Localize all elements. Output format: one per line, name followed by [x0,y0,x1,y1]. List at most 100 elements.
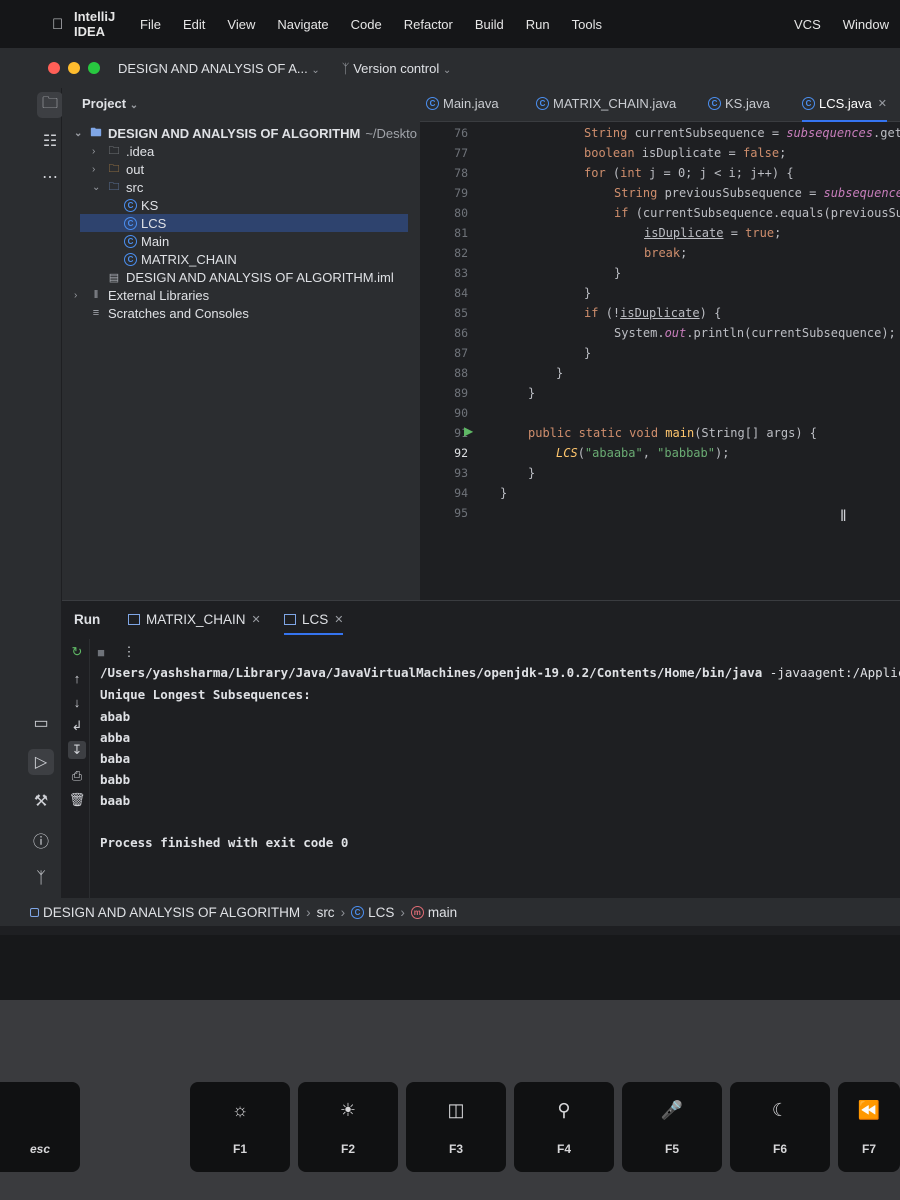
close-window-button[interactable] [48,62,60,74]
tree-item-src[interactable]: ⌄ 🗀 src [92,178,143,196]
code-line[interactable]: System.out.println(currentSubsequence); [614,326,896,340]
menu-file[interactable]: File [129,17,172,32]
line-number: 85 [454,306,468,320]
excluded-folder-icon: 🗀 [108,162,120,175]
code-line[interactable]: String previousSubsequence = subsequence [614,186,900,200]
menu-build[interactable]: Build [464,17,515,32]
maximize-window-button[interactable] [88,62,100,74]
menu-window[interactable]: Window [832,17,900,32]
tree-item-scratches[interactable]: ≡ Scratches and Consoles [88,304,249,322]
soft-wrap-icon[interactable]: ↲ [68,717,86,735]
key-f3[interactable]: ◫ F3 [406,1082,506,1172]
trash-icon[interactable]: 🗑 [68,791,86,809]
scroll-to-end-icon[interactable]: ↧ [68,741,86,759]
tree-item-matrix-chain[interactable]: C MATRIX_CHAIN [124,250,237,268]
project-panel-header[interactable]: Project ⌄ [82,96,138,111]
tree-item-idea[interactable]: › 🗀 .idea [92,142,154,160]
tree-item-out[interactable]: › 🗀 out [92,160,144,178]
close-tab-icon[interactable]: ✕ [878,97,887,110]
close-tab-icon[interactable]: ✕ [252,613,261,626]
chevron-down-icon: ⌄ [129,100,139,111]
scroll-up-icon[interactable]: ↑ [68,669,86,687]
code-line[interactable]: } [584,346,591,360]
menu-code[interactable]: Code [340,17,393,32]
close-tab-icon[interactable]: ✕ [334,613,343,626]
tree-root-path: ~/Deskto [365,125,417,141]
rerun-icon[interactable]: ↻ [68,643,86,661]
code-line[interactable]: } [614,266,621,280]
code-line[interactable]: } [528,466,535,480]
tree-item-lcs[interactable]: C LCS [80,214,408,232]
run-gutter-icon[interactable]: ▶ [464,424,473,438]
console-line: abab [100,709,131,724]
menu-refactor[interactable]: Refactor [393,17,464,32]
code-line[interactable]: LCS("abaaba", "babbab"); [556,446,729,460]
project-tool-icon[interactable]: 🗀 [37,92,63,118]
breadcrumb-project[interactable]: DESIGN AND ANALYSIS OF ALGORITHM [43,905,300,920]
menu-vcs[interactable]: VCS [783,17,832,32]
code-line[interactable]: break; [644,246,687,260]
code-line[interactable]: for (int j = 0; j < i; j++) { [584,166,794,180]
code-line[interactable]: String currentSubsequence = subsequences… [584,126,900,140]
problems-icon[interactable]: ⓘ [28,827,54,853]
minimize-window-button[interactable] [68,62,80,74]
key-esc[interactable]: esc [0,1082,80,1172]
project-switcher[interactable]: DESIGN AND ANALYSIS OF A... ⌄ [118,61,320,76]
code-token: int [620,166,650,180]
tab-ks-java[interactable]: C KS.java [708,96,770,111]
tree-item-external-libraries[interactable]: › ‖ External Libraries [74,286,209,304]
console-command-line[interactable]: /Users/yashsharma/Library/Java/JavaVirtu… [100,665,900,680]
code-line[interactable]: boolean isDuplicate = false; [584,146,786,160]
tree-item-ks[interactable]: C KS [124,196,408,214]
tab-lcs-java[interactable]: C LCS.java ✕ [802,96,887,122]
stop-icon[interactable]: ■ [92,643,110,661]
structure-tool-icon[interactable]: ☷ [37,128,63,154]
tree-item-main[interactable]: C Main [124,232,169,250]
menu-tools[interactable]: Tools [561,17,613,32]
build-icon[interactable]: ⚒ [28,788,54,814]
breadcrumb-main[interactable]: main [428,905,457,920]
java-path-link[interactable]: /Users/yashsharma/Library/Java/JavaVirtu… [100,665,762,680]
code-line[interactable]: } [556,366,563,380]
more-options-icon[interactable]: ⋮ [120,643,138,661]
print-icon[interactable]: ⎙ [68,767,86,785]
breadcrumb-src[interactable]: src [317,905,335,920]
line-number: 81 [454,226,468,240]
git-icon[interactable]: ᛉ [28,866,54,892]
run-tool-icon[interactable]: ▷ [28,749,54,775]
run-tab-label: MATRIX_CHAIN [146,612,246,627]
menu-view[interactable]: View [216,17,266,32]
tab-main-java[interactable]: C Main.java [426,96,499,111]
key-f5[interactable]: 🎤 F5 [622,1082,722,1172]
code-line[interactable]: if (currentSubsequence.equals(previousSu [614,206,900,220]
tab-matrix-chain-java[interactable]: C MATRIX_CHAIN.java [536,96,676,111]
apple-icon[interactable]:  [0,16,63,33]
code-editor: C Main.java C MATRIX_CHAIN.java C KS.java C… [420,88,900,600]
breadcrumb-lcs[interactable]: LCS [368,905,394,920]
tree-root[interactable]: ⌄ 🖿 DESIGN AND ANALYSIS OF ALGORITHM ~/D… [74,124,417,142]
menu-navigate[interactable]: Navigate [266,17,339,32]
terminal-icon[interactable]: ▭ [28,710,54,736]
tree-item-iml[interactable]: ▤ DESIGN AND ANALYSIS OF ALGORITHM.iml [106,268,394,286]
run-tab-matrix-chain[interactable]: MATRIX_CHAIN ✕ [128,612,261,627]
code-line[interactable]: if (!isDuplicate) { [584,306,721,320]
run-tab-lcs[interactable]: LCS ✕ [284,612,344,635]
menu-app[interactable]: IntelliJ IDEA [52,9,129,39]
menu-run[interactable]: Run [515,17,561,32]
key-f1[interactable]: ☼ F1 [190,1082,290,1172]
menu-edit[interactable]: Edit [172,17,216,32]
class-icon: C [124,216,137,230]
more-tools-icon[interactable]: ⋯ [37,164,63,190]
key-f7[interactable]: ⏪ F7 [838,1082,900,1172]
code-line[interactable]: } [584,286,591,300]
key-f4[interactable]: ⚲ F4 [514,1082,614,1172]
code-line[interactable]: } [528,386,535,400]
version-control-menu[interactable]: ᛉ Version control ⌄ [342,61,451,76]
key-f2[interactable]: ☀ F2 [298,1082,398,1172]
code-line[interactable]: } [500,486,507,500]
line-number: 78 [454,166,468,180]
scroll-down-icon[interactable]: ↓ [68,693,86,711]
key-f6[interactable]: ☾ F6 [730,1082,830,1172]
code-line[interactable]: isDuplicate = true; [644,226,781,240]
code-line[interactable]: public static void main(String[] args) { [528,426,817,440]
